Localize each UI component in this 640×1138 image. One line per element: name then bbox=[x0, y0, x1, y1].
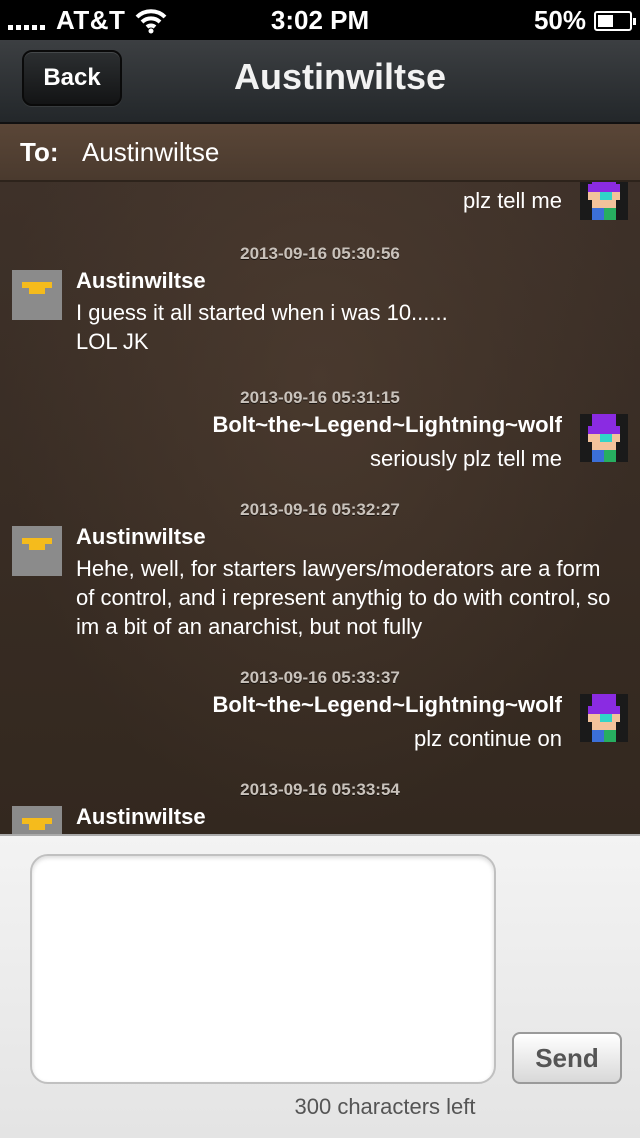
bolt-avatar-icon bbox=[580, 694, 628, 742]
to-label: To: bbox=[20, 137, 59, 167]
message-item: 2013-09-16 05:32:27 Austinwiltse Hehe, w… bbox=[0, 496, 640, 656]
send-button[interactable]: Send bbox=[512, 1032, 622, 1084]
message-item: 2013-09-16 05:33:37 Bolt~the~Legend~Ligh… bbox=[0, 664, 640, 764]
message-sender: Austinwiltse bbox=[76, 524, 206, 549]
message-timestamp: 2013-09-16 05:32:27 bbox=[240, 500, 400, 519]
battery-charging-icon bbox=[594, 10, 636, 31]
message-timestamp: 2013-09-16 05:33:54 bbox=[240, 780, 400, 799]
message-item: 2013-09-16 05:33:54 Austinwiltse bbox=[0, 776, 640, 834]
recipient-name: Austinwiltse bbox=[82, 137, 220, 167]
message-item: 2013-09-16 05:31:15 Bolt~the~Legend~Ligh… bbox=[0, 384, 640, 484]
austin-avatar-icon bbox=[12, 806, 62, 834]
message-sender: Austinwiltse bbox=[76, 268, 206, 293]
message-text: seriously plz tell me bbox=[370, 446, 562, 471]
message-input[interactable] bbox=[30, 854, 496, 1084]
message-sender: Austinwiltse bbox=[76, 804, 206, 829]
message-text: plz tell me bbox=[462, 188, 562, 213]
bolt-avatar-icon bbox=[580, 414, 628, 462]
compose-area: Send 300 characters left bbox=[0, 834, 640, 1138]
message-item: plz tell me bbox=[0, 182, 640, 222]
recipient-bar: To: Austinwiltse bbox=[0, 124, 640, 182]
characters-left-text: 300 characters left bbox=[294, 1094, 476, 1119]
austin-avatar-icon bbox=[12, 526, 62, 576]
back-button[interactable]: Back bbox=[22, 50, 122, 106]
message-timestamp: 2013-09-16 05:30:56 bbox=[240, 244, 400, 263]
page-title: Austinwiltse bbox=[233, 56, 447, 97]
message-sender: Bolt~the~Legend~Lightning~wolf bbox=[212, 412, 562, 437]
message-timestamp: 2013-09-16 05:33:37 bbox=[240, 668, 400, 687]
battery-percent: 50% bbox=[533, 5, 586, 35]
message-text: Hehe, well, for starters lawyers/moderat… bbox=[76, 556, 611, 639]
status-bar: AT&T 3:02 PM 50% bbox=[0, 0, 640, 40]
message-text: plz continue on bbox=[414, 726, 562, 751]
austin-avatar-icon bbox=[12, 270, 62, 320]
bolt-avatar-icon bbox=[580, 182, 628, 220]
message-sender: Bolt~the~Legend~Lightning~wolf bbox=[212, 692, 562, 717]
message-list[interactable]: plz tell me 2013-09-16 05:30:56 Austinwi… bbox=[0, 182, 640, 834]
battery-fill bbox=[598, 14, 613, 27]
status-right: 50% bbox=[533, 5, 636, 36]
message-text: I guess it all started when i was 10....… bbox=[76, 300, 448, 354]
message-timestamp: 2013-09-16 05:31:15 bbox=[240, 388, 400, 407]
characters-left-label: 300 characters left bbox=[0, 1094, 640, 1120]
navigation-bar: Back Austinwiltse bbox=[0, 40, 640, 124]
message-item: 2013-09-16 05:30:56 Austinwiltse I guess… bbox=[0, 240, 640, 370]
